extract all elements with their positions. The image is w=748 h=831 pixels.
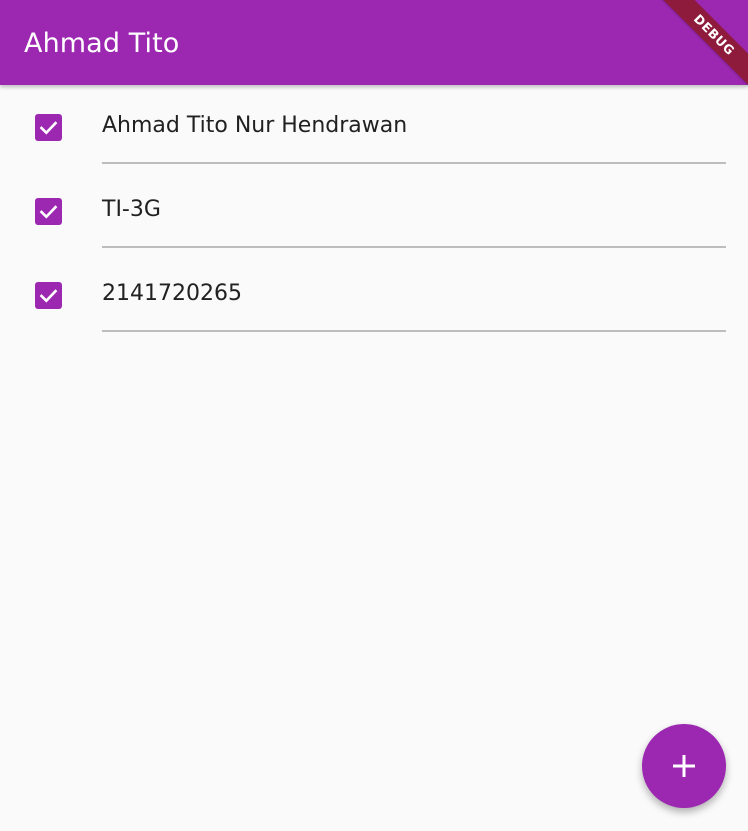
add-item-button[interactable] (642, 724, 726, 808)
check-icon (39, 205, 58, 219)
app-screen: Ahmad Tito DEBUG Ahmad Tito Nur Hendrawa… (0, 0, 748, 831)
app-bar-title: Ahmad Tito (24, 28, 180, 59)
text-field-underline (102, 246, 726, 248)
app-bar: Ahmad Tito (0, 0, 748, 85)
check-icon (39, 121, 58, 135)
plus-icon (673, 755, 695, 777)
list-item: Ahmad Tito Nur Hendrawan (0, 85, 748, 169)
todo-list: Ahmad Tito Nur Hendrawan TI-3G 214172026… (0, 85, 748, 337)
list-item: TI-3G (0, 169, 748, 253)
item-checkbox[interactable] (35, 282, 62, 309)
item-checkbox[interactable] (35, 114, 62, 141)
item-checkbox[interactable] (35, 198, 62, 225)
text-field-underline (102, 330, 726, 332)
list-item: 2141720265 (0, 253, 748, 337)
text-field-underline (102, 162, 726, 164)
item-text-field[interactable]: Ahmad Tito Nur Hendrawan (102, 111, 407, 141)
item-text-field[interactable]: TI-3G (102, 195, 161, 225)
check-icon (39, 289, 58, 303)
item-text-field[interactable]: 2141720265 (102, 279, 242, 309)
